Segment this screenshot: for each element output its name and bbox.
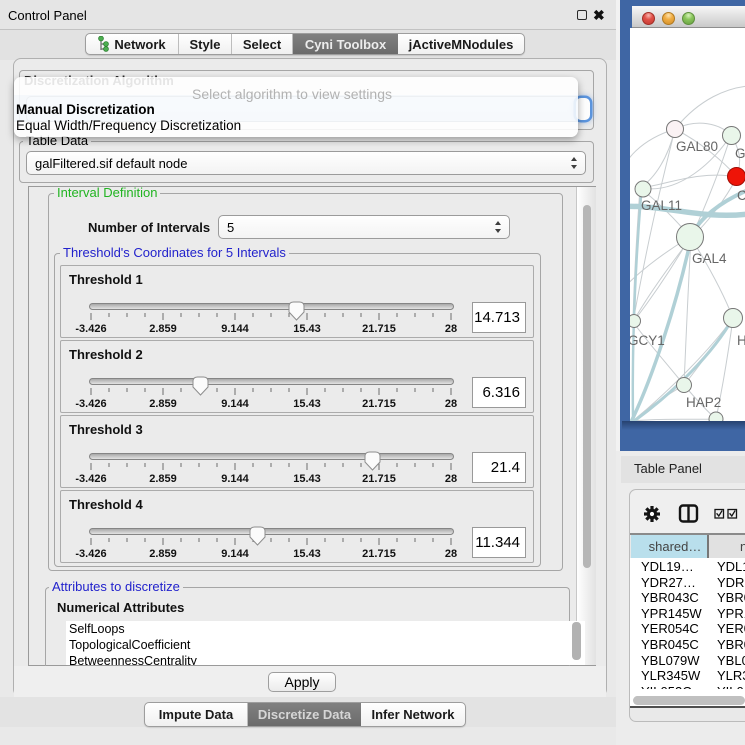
- svg-text:H: H: [737, 333, 745, 348]
- svg-text:GAL80: GAL80: [676, 139, 718, 154]
- svg-text:GAL11: GAL11: [641, 198, 682, 213]
- svg-text:GCY1: GCY1: [630, 333, 665, 348]
- svg-text:GAL4: GAL4: [692, 251, 727, 266]
- svg-text:G: G: [735, 146, 745, 161]
- svg-text:C: C: [737, 188, 745, 203]
- svg-text:HAP2: HAP2: [686, 395, 721, 410]
